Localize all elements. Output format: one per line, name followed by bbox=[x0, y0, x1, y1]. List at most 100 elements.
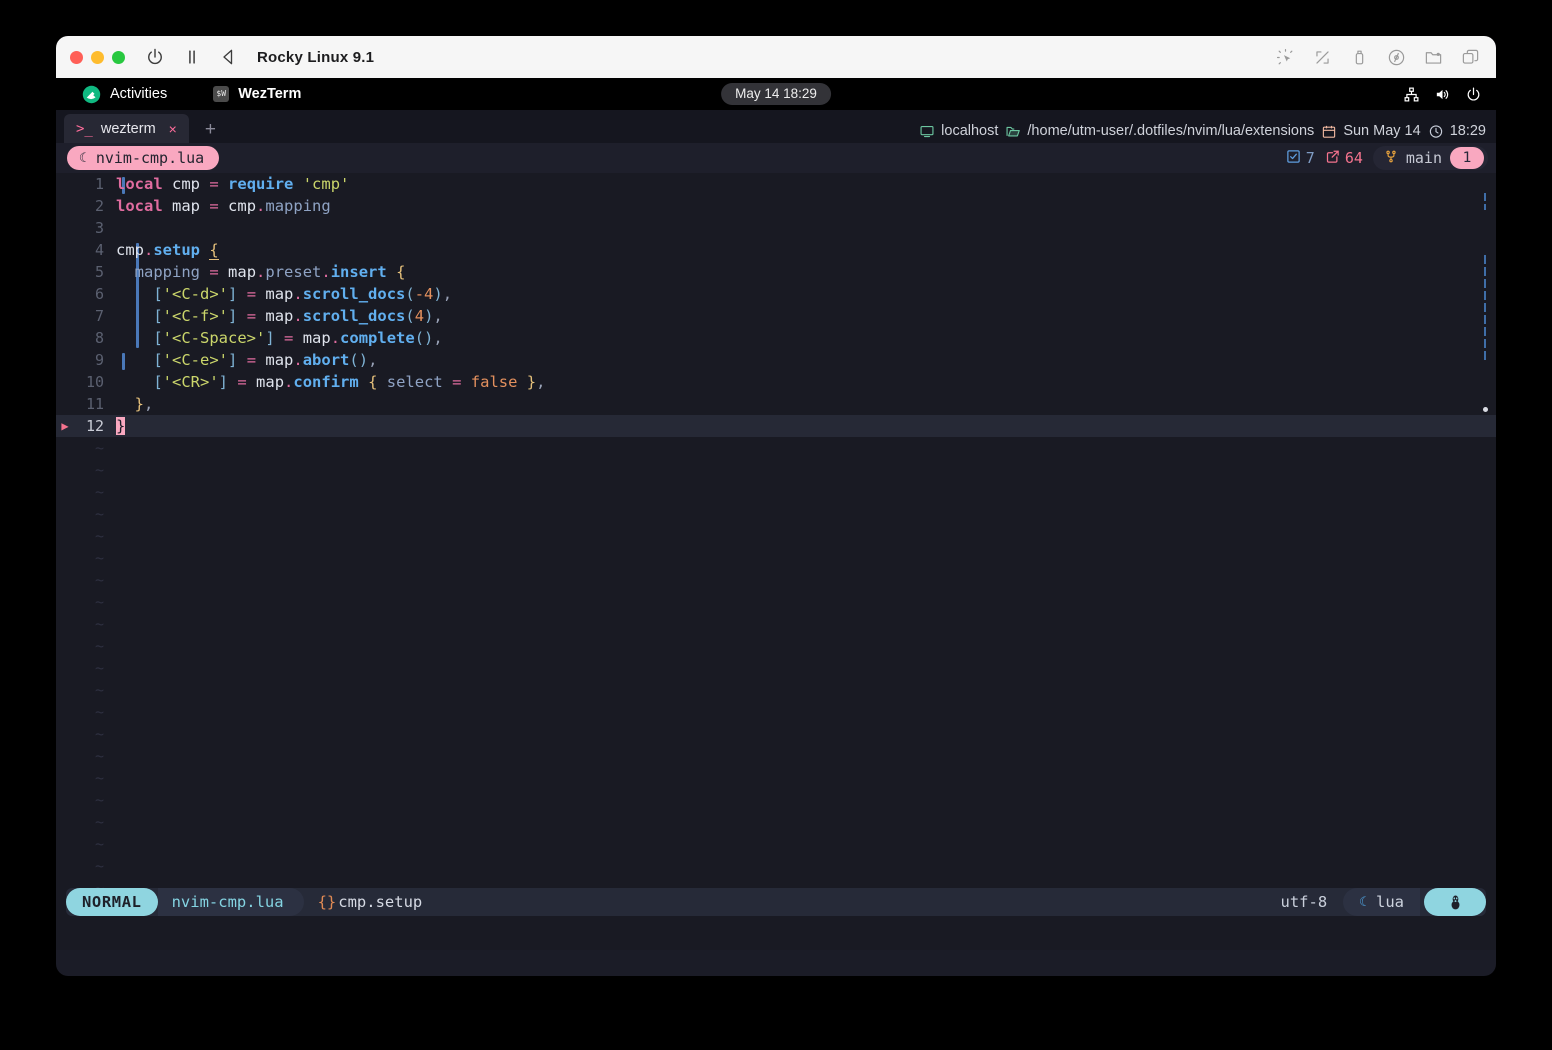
close-button[interactable] bbox=[70, 50, 83, 64]
app-menu-label: WezTerm bbox=[238, 86, 302, 102]
scroll-mark bbox=[1484, 267, 1486, 276]
tilde: ~ bbox=[94, 505, 104, 523]
scroll-mark bbox=[1484, 351, 1486, 360]
empty-line: ~ bbox=[56, 789, 1496, 811]
line-number: 4 bbox=[94, 241, 104, 259]
wezterm-icon: $W bbox=[213, 86, 230, 102]
power-icon[interactable] bbox=[145, 47, 165, 67]
line-text: local cmp = require 'cmp' bbox=[116, 175, 350, 193]
tilde: ~ bbox=[94, 747, 104, 765]
sign-marker-icon: ▶ bbox=[61, 419, 69, 433]
tilde: ~ bbox=[94, 615, 104, 633]
app-menu[interactable]: $W WezTerm bbox=[213, 86, 301, 102]
windows-icon[interactable] bbox=[1461, 48, 1480, 67]
status-path: /home/utm-user/.dotfiles/nvim/lua/extens… bbox=[1005, 123, 1314, 139]
statusline-filetype: ☾ lua bbox=[1343, 888, 1420, 916]
network-icon[interactable] bbox=[1403, 86, 1420, 103]
scroll-mark bbox=[1484, 291, 1486, 300]
status-path-label: /home/utm-user/.dotfiles/nvim/lua/extens… bbox=[1027, 123, 1315, 139]
pause-icon[interactable] bbox=[182, 47, 202, 67]
wezterm-window: Rocky Linux 9.1 Activities $W WezTerm Ma… bbox=[56, 36, 1496, 976]
tilde: ~ bbox=[94, 703, 104, 721]
code-line[interactable]: 1 local cmp = require 'cmp' bbox=[56, 173, 1496, 195]
empty-line: ~ bbox=[56, 459, 1496, 481]
scroll-mark bbox=[1484, 315, 1486, 324]
line-text: ['<C-d>'] = map.scroll_docs(-4), bbox=[153, 285, 453, 303]
modified-count: 64 bbox=[1325, 149, 1363, 168]
line-number: 2 bbox=[94, 197, 104, 215]
resize-icon[interactable] bbox=[1313, 48, 1332, 67]
code-line[interactable]: 3 bbox=[56, 217, 1496, 239]
clock-icon bbox=[1428, 124, 1444, 139]
tilde: ~ bbox=[94, 527, 104, 545]
line-text: ['<C-e>'] = map.abort(), bbox=[153, 351, 378, 369]
window-controls[interactable] bbox=[70, 50, 125, 64]
tilde: ~ bbox=[94, 461, 104, 479]
share-icon bbox=[1325, 149, 1340, 168]
code-line[interactable]: 6 ['<C-d>'] = map.scroll_docs(-4), bbox=[56, 283, 1496, 305]
capture-icon[interactable] bbox=[1276, 48, 1295, 67]
code-line[interactable]: 9 ['<C-e>'] = map.abort(), bbox=[56, 349, 1496, 371]
buffer-count-badge: 1 bbox=[1450, 147, 1484, 169]
maximize-button[interactable] bbox=[112, 50, 125, 64]
lua-moon-icon: ☾ bbox=[1359, 894, 1367, 910]
empty-line: ~ bbox=[56, 591, 1496, 613]
code-line[interactable]: 11 }, bbox=[56, 393, 1496, 415]
close-icon[interactable]: × bbox=[169, 121, 177, 137]
new-tab-button[interactable]: + bbox=[205, 119, 216, 141]
line-text: cmp.setup { bbox=[116, 241, 219, 260]
buffer-tab-nvim-cmp-lua[interactable]: ☾ nvim-cmp.lua bbox=[67, 146, 220, 170]
window-titlebar: Rocky Linux 9.1 bbox=[56, 36, 1496, 78]
tilde: ~ bbox=[94, 571, 104, 589]
code-line[interactable]: 4 cmp.setup { bbox=[56, 239, 1496, 261]
empty-line: ~ bbox=[56, 745, 1496, 767]
cursor-position-marker bbox=[1483, 407, 1488, 412]
activities-button[interactable]: Activities bbox=[82, 85, 167, 104]
tilde: ~ bbox=[94, 791, 104, 809]
code-area[interactable]: 1 local cmp = require 'cmp' 2 local map … bbox=[56, 173, 1496, 899]
bufferline: ☾ nvim-cmp.lua 7 64 main 1 bbox=[56, 143, 1496, 173]
power-icon[interactable] bbox=[1465, 86, 1482, 103]
empty-line: ~ bbox=[56, 723, 1496, 745]
code-line-cursor[interactable]: ▶ 12 } bbox=[56, 415, 1496, 437]
back-icon[interactable] bbox=[219, 47, 239, 67]
code-line[interactable]: 8 ['<C-Space>'] = map.complete(), bbox=[56, 327, 1496, 349]
gnome-clock[interactable]: May 14 18:29 bbox=[721, 83, 831, 105]
status-date-label: Sun May 14 bbox=[1343, 123, 1421, 139]
minimize-button[interactable] bbox=[91, 50, 104, 64]
tilde: ~ bbox=[94, 483, 104, 501]
empty-line: ~ bbox=[56, 767, 1496, 789]
empty-line: ~ bbox=[56, 481, 1496, 503]
line-text: ['<C-Space>'] = map.complete(), bbox=[153, 329, 443, 347]
tilde: ~ bbox=[94, 439, 104, 457]
folder-icon bbox=[1005, 124, 1021, 139]
wezterm-status-bar: localhost /home/utm-user/.dotfiles/nvim/… bbox=[919, 123, 1486, 139]
code-line[interactable]: 10 ['<CR>'] = map.confirm { select = fal… bbox=[56, 371, 1496, 393]
shared-folder-icon[interactable] bbox=[1424, 48, 1443, 67]
statusline-filename: nvim-cmp.lua bbox=[157, 888, 304, 916]
scroll-mark bbox=[1484, 255, 1486, 264]
linux-penguin-icon bbox=[1424, 888, 1486, 916]
disc-icon[interactable] bbox=[1387, 48, 1406, 67]
volume-icon[interactable] bbox=[1434, 86, 1451, 103]
code-line[interactable]: 5 mapping = map.preset.insert { bbox=[56, 261, 1496, 283]
code-line[interactable]: 7 ['<C-f>'] = map.scroll_docs(4), bbox=[56, 305, 1496, 327]
line-number: 3 bbox=[94, 219, 104, 237]
status-time: 18:29 bbox=[1428, 123, 1486, 139]
prompt-icon: >_ bbox=[76, 120, 93, 137]
neovim-pane: ☾ nvim-cmp.lua 7 64 main 1 1 local cmp =… bbox=[56, 143, 1496, 950]
gnome-tray[interactable] bbox=[1403, 86, 1482, 103]
terminal-tab-label: wezterm bbox=[100, 120, 156, 137]
statusline-filetype-label: lua bbox=[1376, 893, 1404, 911]
terminal-tab[interactable]: >_ wezterm × bbox=[64, 114, 189, 143]
line-text: ['<CR>'] = map.confirm { select = false … bbox=[153, 373, 546, 391]
scrollbar[interactable] bbox=[1480, 143, 1490, 950]
empty-line: ~ bbox=[56, 635, 1496, 657]
git-branch[interactable]: main 1 bbox=[1372, 146, 1488, 170]
line-text: ['<C-f>'] = map.scroll_docs(4), bbox=[153, 307, 443, 325]
checkbox-icon bbox=[1286, 149, 1301, 168]
empty-line: ~ bbox=[56, 437, 1496, 459]
line-text: local map = cmp.mapping bbox=[116, 197, 331, 215]
usb-icon[interactable] bbox=[1350, 48, 1369, 67]
code-line[interactable]: 2 local map = cmp.mapping bbox=[56, 195, 1496, 217]
